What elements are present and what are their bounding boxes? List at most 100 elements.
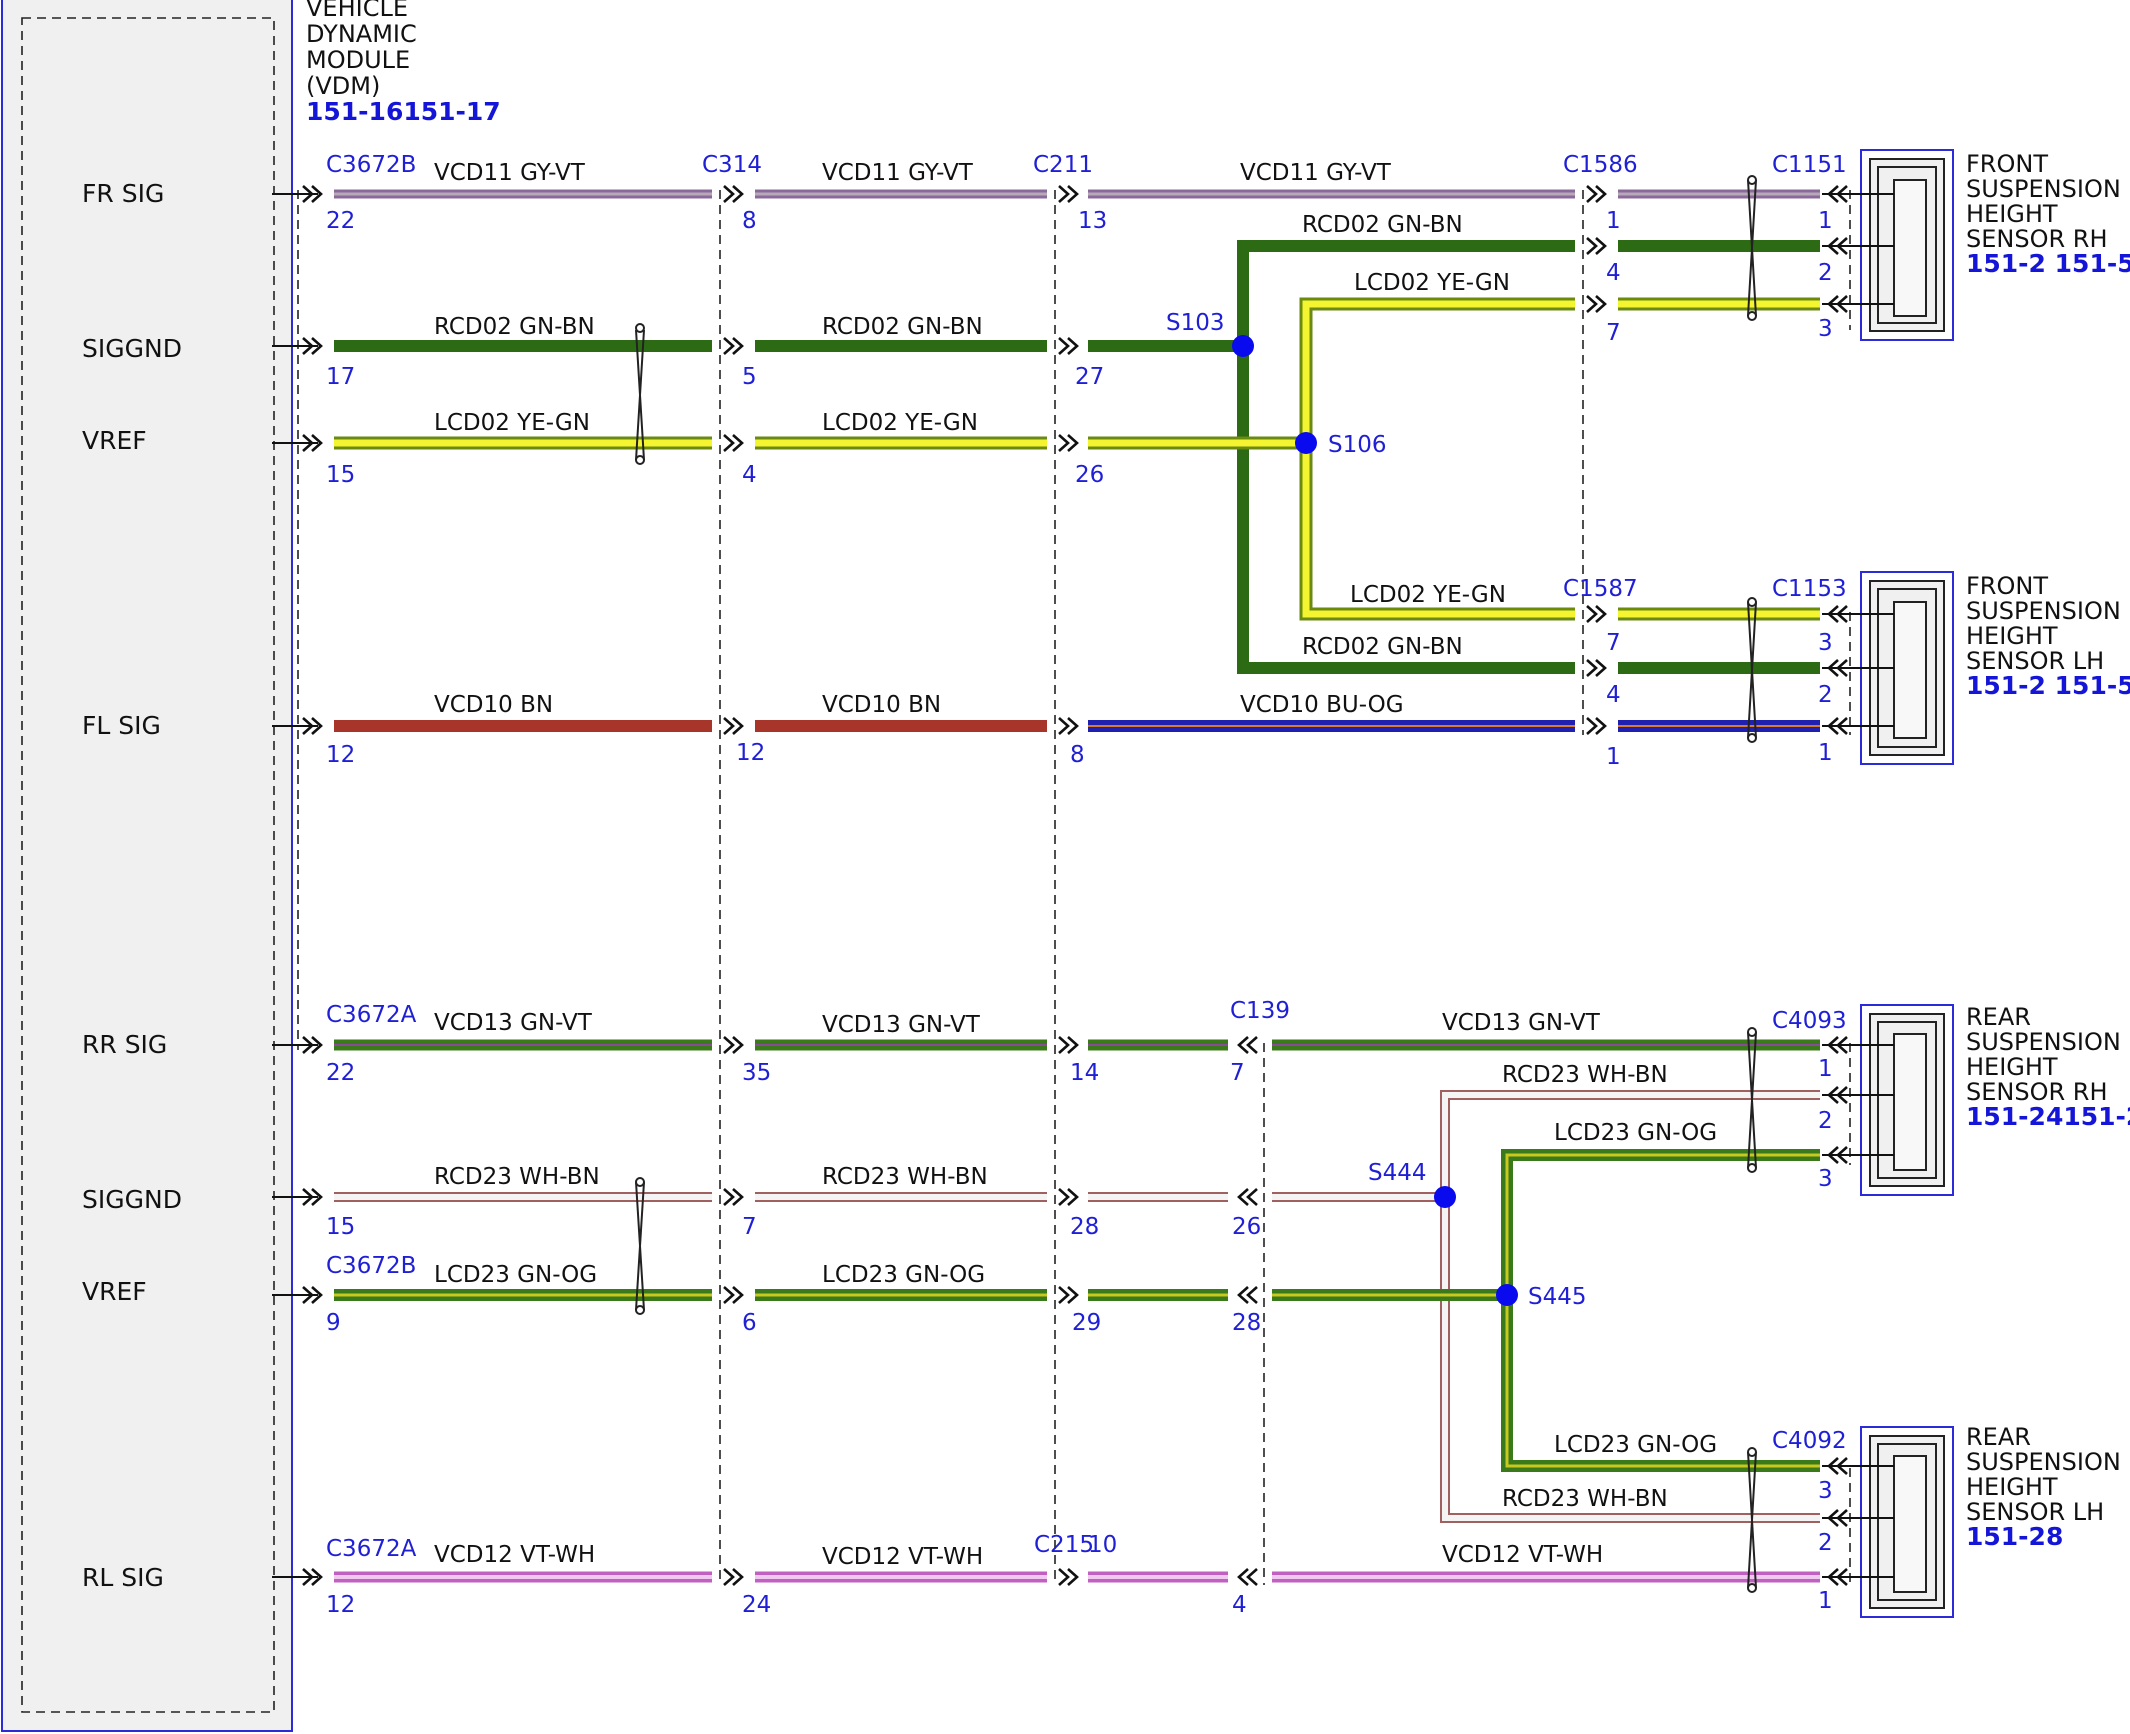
pin-number: 2 — [1818, 260, 1833, 286]
pin-number: 4 — [1232, 1592, 1247, 1618]
connector-pin-chevron — [1586, 605, 1607, 623]
pin-number: 7 — [742, 1214, 757, 1240]
connector-id[interactable]: C1587 — [1563, 576, 1638, 602]
pin-number: 28 — [1232, 1310, 1261, 1336]
sensor-name-line: SUSPENSION — [1966, 1028, 2121, 1056]
sensor-fr-ref-link[interactable]: 151-2 151-5 — [1966, 249, 2130, 278]
connector-id[interactable]: C4093 — [1772, 1008, 1847, 1034]
connector-pin-chevron — [1058, 1286, 1079, 1304]
splice-label-s445: S445 — [1528, 1284, 1587, 1310]
connector-id[interactable]: C139 — [1230, 998, 1290, 1024]
connector-pin-chevron — [723, 1568, 744, 1586]
splice-dot[interactable] — [1496, 1284, 1518, 1306]
wire-label: LCD02 YE-GN — [434, 410, 590, 436]
sensor-element — [1893, 179, 1927, 317]
wire-label: RCD23 WH-BN — [822, 1164, 988, 1190]
sensor-rl-name: REAR SUSPENSION HEIGHT SENSOR LH — [1966, 1423, 2128, 1526]
wire-stripe — [1505, 1153, 1820, 1295]
sensor-rr[interactable] — [1860, 1004, 1954, 1196]
pin-number: 4 — [1606, 682, 1621, 708]
pin-number: 2 — [1818, 682, 1833, 708]
connector-id[interactable]: C1151 — [1772, 152, 1847, 178]
pin-label-rl-sig: RL SIG — [82, 1563, 164, 1592]
wire-label: VCD10 BU-OG — [1240, 692, 1404, 718]
pin-number: 3 — [1818, 1166, 1833, 1192]
twist-marker-end — [1747, 597, 1757, 607]
sensor-rl-ref-link[interactable]: 151-28 — [1966, 1522, 2063, 1551]
connector-pin-chevron — [723, 1036, 744, 1054]
wire-label: LCD23 GN-OG — [1554, 1120, 1717, 1146]
wire-label: RCD02 GN-BN — [434, 314, 595, 340]
connector-pin-chevron — [1058, 434, 1079, 452]
splice-dot[interactable] — [1232, 335, 1254, 357]
connector-boundaries — [297, 190, 1851, 1585]
connector-id[interactable]: C3672A — [326, 1536, 417, 1562]
connector-pin-chevron — [1058, 1188, 1079, 1206]
wire-label: VCD10 BN — [434, 692, 553, 718]
pin-number: 17 — [326, 364, 355, 390]
connector-id[interactable]: C3672A — [326, 1002, 417, 1028]
connector-pin-chevron — [1058, 337, 1079, 355]
connector-id[interactable]: C314 — [702, 152, 762, 178]
sensor-fl-ref-link[interactable]: 151-2 151-5 — [1966, 671, 2130, 700]
connector-id[interactable]: C1586 — [1563, 152, 1638, 178]
pin-number: 7 — [1606, 630, 1621, 656]
module-outline — [1, 0, 293, 1732]
sensor-fr-name: FRONT SUSPENSION HEIGHT SENSOR RH — [1966, 150, 2128, 253]
connector-id[interactable]: C4092 — [1772, 1428, 1847, 1454]
pin-number: 27 — [1075, 364, 1104, 390]
pin-number: 7 — [1230, 1060, 1245, 1086]
connector-pin-chevron — [723, 185, 744, 203]
connector-id[interactable]: C215 — [1034, 1532, 1094, 1558]
connector-id[interactable]: C1153 — [1772, 576, 1847, 602]
sensor-name-line: HEIGHT — [1966, 622, 2058, 650]
twist-marker-end — [635, 1177, 645, 1187]
pin-number: 9 — [326, 1310, 341, 1336]
sensor-rr-ref-link[interactable]: 151-24151-27 — [1966, 1102, 2130, 1131]
connector-id[interactable]: C211 — [1033, 152, 1093, 178]
connector-pin-chevron — [1237, 1188, 1258, 1206]
pin-number: 26 — [1075, 462, 1104, 488]
pin-number: 22 — [326, 208, 355, 234]
module-name: VEHICLE DYNAMIC MODULE (VDM) — [306, 0, 424, 100]
vdm-module[interactable] — [1, 0, 293, 1732]
pin-label-fr-sig: FR SIG — [82, 179, 164, 208]
pin-number: 8 — [742, 208, 757, 234]
connector-pin-chevron — [723, 337, 744, 355]
twist-marker-end — [1747, 1027, 1757, 1037]
connector-pin-chevron — [1586, 717, 1607, 735]
module-ref-link[interactable]: 151-16151-17 — [306, 97, 501, 126]
sensor-element — [1893, 1033, 1927, 1171]
connector-pin-chevron — [1237, 1568, 1258, 1586]
twist-marker-end — [1747, 1163, 1757, 1173]
pin-number: 26 — [1232, 1214, 1261, 1240]
connector-pin-chevron — [1586, 295, 1607, 313]
splice-label-s444: S444 — [1368, 1160, 1427, 1186]
pin-number: 4 — [742, 462, 757, 488]
module-name-line: DYNAMIC — [306, 20, 417, 48]
connector-id[interactable]: C3672B — [326, 1253, 416, 1279]
wire-label: RCD23 WH-BN — [1502, 1486, 1668, 1512]
wire-label: VCD13 GN-VT — [822, 1012, 981, 1038]
module-name-line: VEHICLE — [306, 0, 408, 22]
pin-number: 1 — [1606, 208, 1621, 234]
pin-number: 14 — [1070, 1060, 1099, 1086]
connector-pin-chevron — [723, 1188, 744, 1206]
connector-pin-chevron — [723, 717, 744, 735]
wire-label: VCD12 VT-WH — [822, 1544, 983, 1570]
sensor-rl[interactable] — [1860, 1426, 1954, 1618]
connector-id[interactable]: C3672B — [326, 152, 416, 178]
twist-marker-end — [1747, 1447, 1757, 1457]
pin-number: 7 — [1606, 320, 1621, 346]
wire-label: LCD23 GN-OG — [822, 1262, 985, 1288]
sensor-name-line: HEIGHT — [1966, 1473, 2058, 1501]
wire-label: VCD12 VT-WH — [1442, 1542, 1603, 1568]
twist-marker-end — [1747, 175, 1757, 185]
sensor-name-line: SUSPENSION — [1966, 597, 2121, 625]
sensor-name-line: HEIGHT — [1966, 200, 2058, 228]
sensor-name-line: SUSPENSION — [1966, 175, 2121, 203]
pin-number: 12 — [736, 740, 765, 766]
splice-dot[interactable] — [1434, 1186, 1456, 1208]
wire-label: VCD11 GY-VT — [822, 160, 974, 186]
splice-dot[interactable] — [1295, 432, 1317, 454]
